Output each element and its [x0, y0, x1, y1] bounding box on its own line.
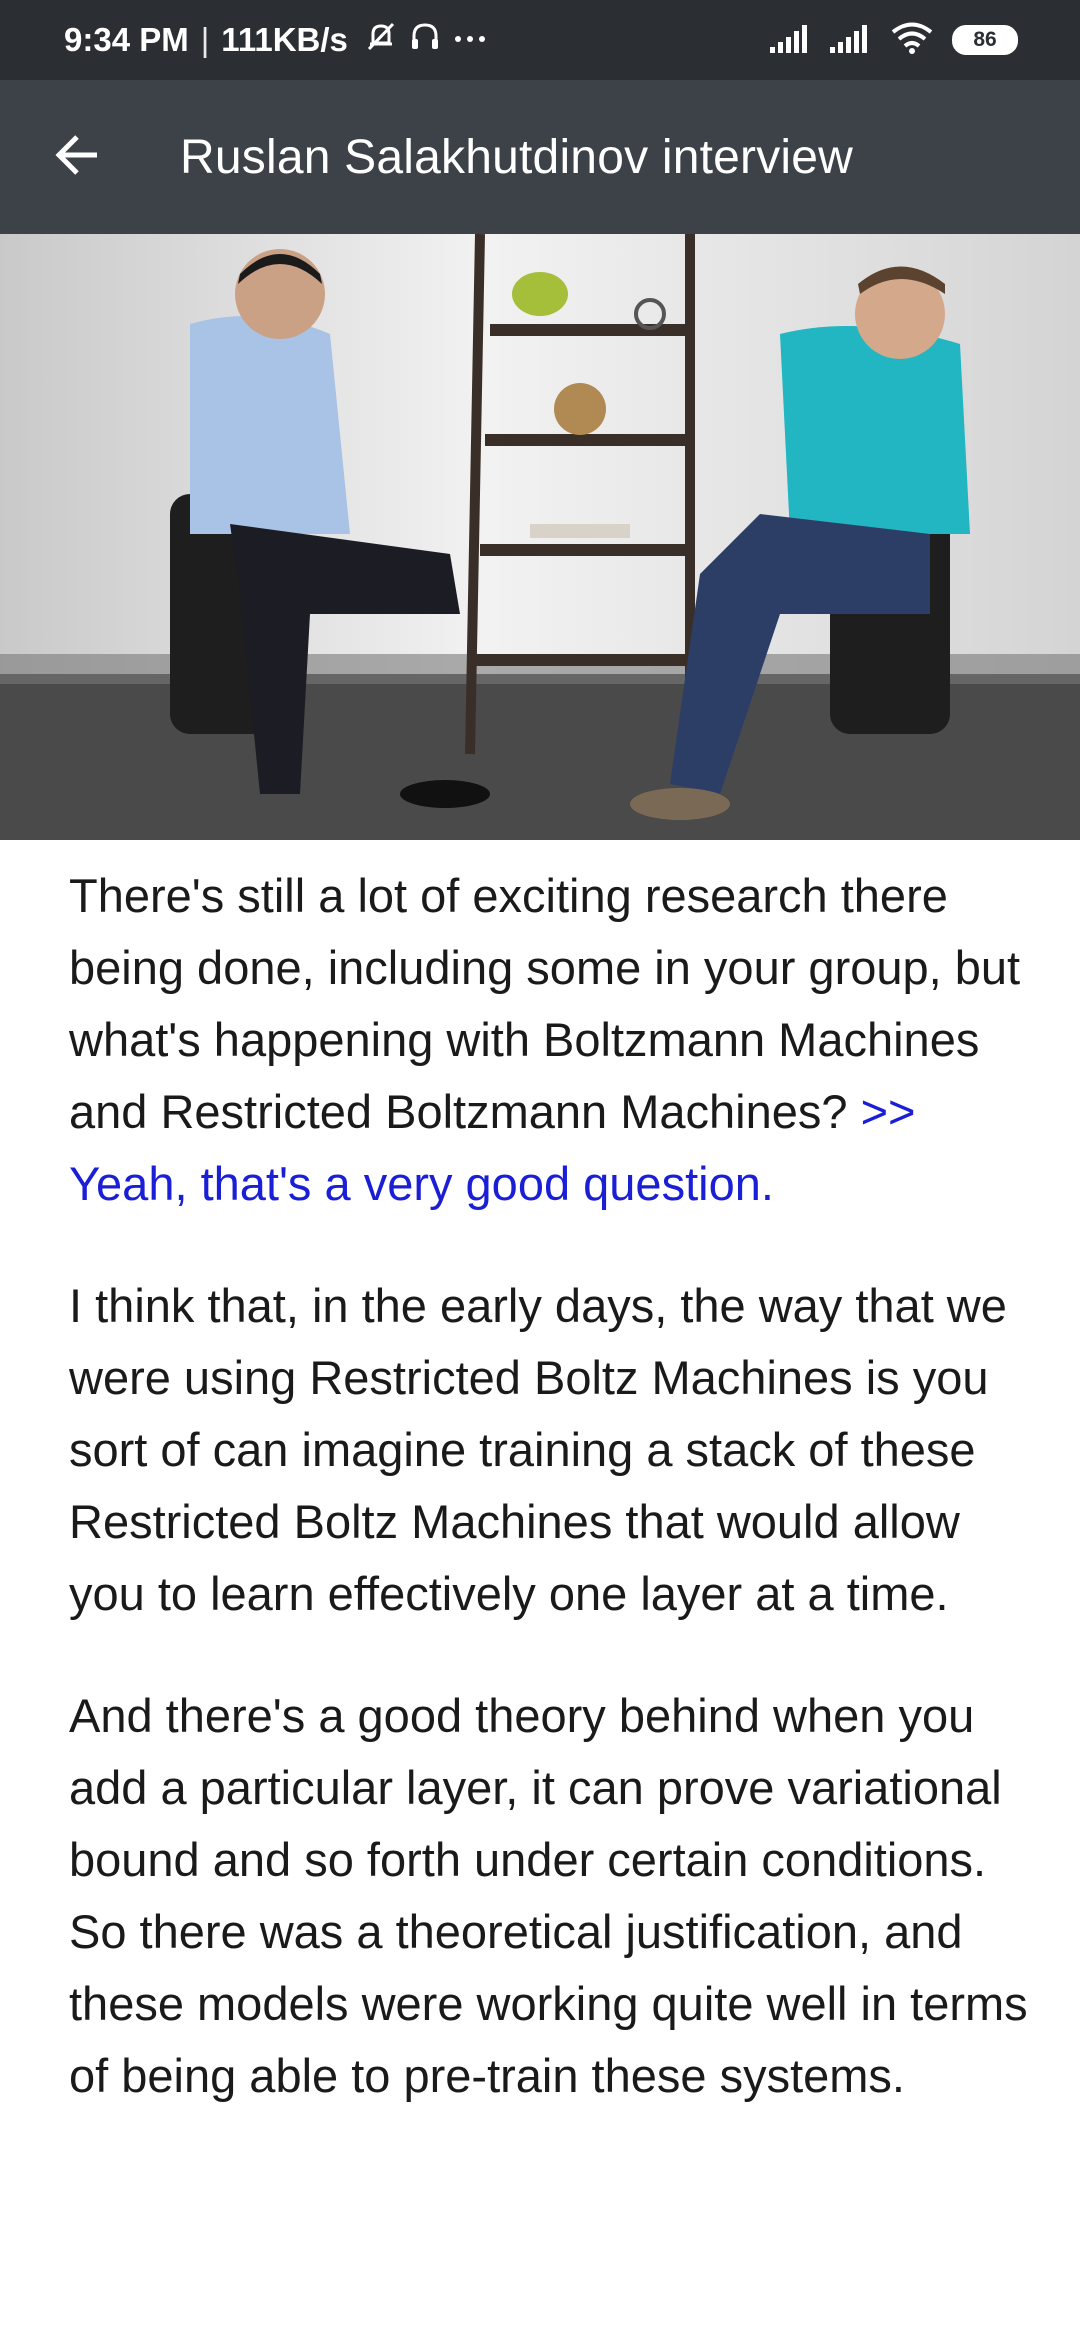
transcript: There's still a lot of exciting research… — [69, 860, 1029, 2162]
status-icons-left — [364, 19, 488, 61]
status-right: 86 — [770, 21, 1018, 60]
page-title: Ruslan Salakhutdinov interview — [180, 130, 854, 184]
status-bar: 9:34 PM | 111KB/s 86 — [0, 0, 1080, 80]
transcript-paragraph: I think that, in the early days, the way… — [69, 1270, 1029, 1630]
headphones-icon — [408, 19, 442, 61]
video-frame — [0, 234, 1080, 840]
wifi-icon — [890, 21, 934, 60]
more-dots-icon — [452, 19, 488, 61]
network-speed: 111KB/s — [221, 21, 348, 58]
app-bar: Ruslan Salakhutdinov interview — [0, 80, 1080, 234]
transcript-paragraph: There's still a lot of exciting research… — [69, 860, 1029, 1220]
back-button[interactable] — [38, 118, 116, 196]
arrow-left-icon — [51, 129, 103, 186]
status-time: 9:34 PM — [64, 21, 189, 58]
transcript-paragraph: And there's a good theory behind when yo… — [69, 1680, 1029, 2112]
signal-icon — [770, 23, 812, 58]
video-player[interactable] — [0, 234, 1080, 840]
status-left: 9:34 PM | 111KB/s — [64, 19, 488, 61]
transcript-text: I think that, in the early days, the way… — [69, 1279, 1007, 1620]
mute-bell-icon — [364, 19, 398, 61]
signal-icon — [830, 23, 872, 58]
battery-indicator: 86 — [952, 25, 1018, 55]
status-separator: | — [200, 21, 210, 58]
transcript-text: And there's a good theory behind when yo… — [69, 1689, 1028, 2102]
